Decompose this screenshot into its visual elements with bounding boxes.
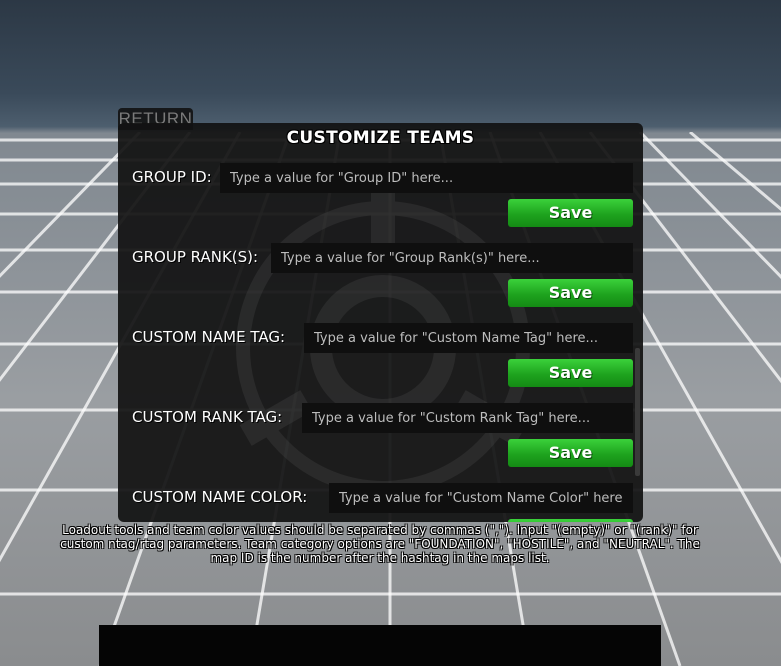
custom-rank-tag-save-button[interactable]: Save <box>508 439 633 467</box>
custom-rank-tag-input[interactable] <box>302 403 633 433</box>
group-id-save-button[interactable]: Save <box>508 199 633 227</box>
custom-name-color-input[interactable] <box>329 483 633 513</box>
group-ranks-input[interactable] <box>271 243 633 273</box>
group-ranks-save-button[interactable]: Save <box>508 279 633 307</box>
panel-scrollbar[interactable] <box>635 348 640 476</box>
custom-name-tag-label: CUSTOM NAME TAG: <box>132 328 285 346</box>
bottom-bar <box>99 625 661 666</box>
customize-teams-panel: CUSTOMIZE TEAMS GROUP ID: Save GROUP RAN… <box>118 123 643 522</box>
custom-name-tag-save-button[interactable]: Save <box>508 359 633 387</box>
custom-name-color-label: CUSTOM NAME COLOR: <box>132 488 308 506</box>
group-id-input[interactable] <box>220 163 633 193</box>
group-ranks-label: GROUP RANK(S): <box>132 248 259 266</box>
group-id-label: GROUP ID: <box>132 168 212 186</box>
info-text: Loadout tools and team color values shou… <box>60 523 700 565</box>
panel-title: CUSTOMIZE TEAMS <box>286 128 475 148</box>
custom-name-tag-input[interactable] <box>304 323 633 353</box>
custom-name-color-save-button[interactable] <box>508 519 633 522</box>
custom-rank-tag-label: CUSTOM RANK TAG: <box>132 408 283 426</box>
